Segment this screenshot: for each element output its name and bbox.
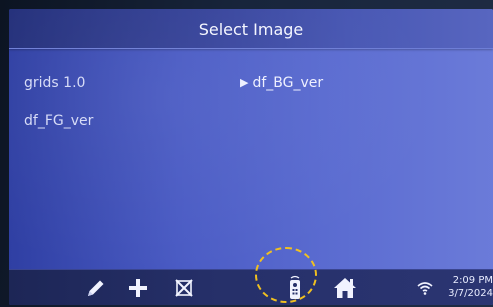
image-item-label: df_FG_ver <box>24 113 94 129</box>
home-button[interactable] <box>327 270 363 305</box>
page-title: Select Image <box>198 20 304 39</box>
delete-x-icon <box>175 279 193 297</box>
touch-screen: Select Image grids 1.0 ▶ df_BG_ver df_FG_… <box>9 9 493 305</box>
image-item-df-bg-selected[interactable]: ▶ df_BG_ver <box>240 75 323 91</box>
image-item-label: df_BG_ver <box>252 75 324 91</box>
device-frame: Select Image grids 1.0 ▶ df_BG_ver df_FG_… <box>0 0 493 307</box>
image-item-grids[interactable]: grids 1.0 <box>24 75 85 91</box>
plus-icon <box>129 279 147 297</box>
add-button[interactable] <box>120 270 156 305</box>
edit-button[interactable] <box>78 270 114 305</box>
highlight-ring-annotation <box>255 247 317 303</box>
wifi-icon <box>417 282 433 295</box>
image-item-df-fg[interactable]: df_FG_ver <box>24 113 93 129</box>
delete-button[interactable] <box>166 270 202 305</box>
pencil-icon <box>88 280 104 296</box>
clock: 2:09 PM 3/7/2024 <box>448 274 493 300</box>
clock-date: 3/7/2024 <box>448 288 493 299</box>
image-item-label: grids 1.0 <box>24 75 86 91</box>
selected-arrow-icon: ▶ <box>240 76 249 89</box>
home-icon <box>334 278 356 298</box>
wifi-status[interactable] <box>413 270 437 305</box>
image-list: grids 1.0 ▶ df_BG_ver df_FG_ver <box>9 49 493 269</box>
title-bar: Select Image <box>9 9 493 49</box>
clock-time: 2:09 PM <box>452 275 493 286</box>
taskbar: 2:09 PM 3/7/2024 <box>9 269 493 305</box>
